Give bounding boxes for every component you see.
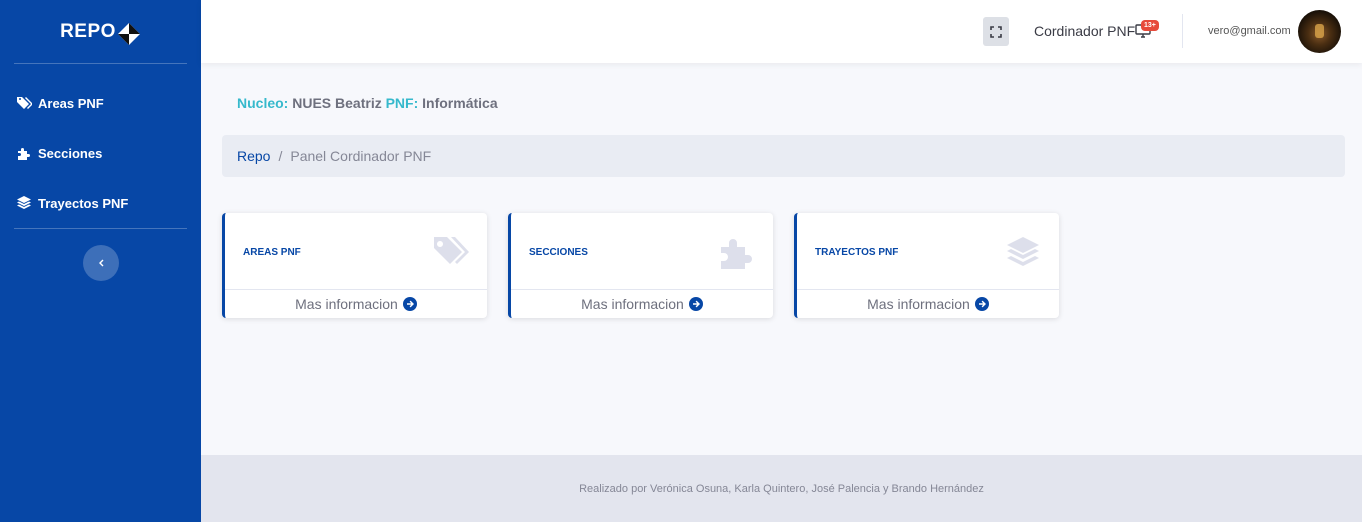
card-title: TRAYECTOS PNF (815, 247, 899, 258)
user-email[interactable]: vero@gmail.com (1208, 25, 1291, 37)
sidebar-item-label: Trayectos PNF (38, 195, 129, 211)
chevron-left-icon (98, 259, 103, 267)
card-trayectos-pnf[interactable]: TRAYECTOS PNF Mas informacion (794, 213, 1059, 318)
nucleo-label: Nucleo: (237, 95, 289, 111)
pnf-value: Informática (422, 95, 498, 111)
card-body: SECCIONES (511, 213, 773, 289)
sidebar-item-trayectos-pnf[interactable]: Trayectos PNF (0, 178, 201, 228)
sidebar-item-label: Secciones (38, 145, 103, 161)
footer-credits: Realizado por Verónica Osuna, Karla Quin… (579, 482, 984, 495)
nucleo-pnf-info: Nucleo: NUES Beatriz PNF: Informática (237, 95, 498, 111)
topbar: Cordinador PNF 13+ vero@gmail.com (201, 0, 1362, 63)
tags-icon (17, 97, 32, 109)
user-role[interactable]: Cordinador PNF (1034, 23, 1135, 39)
layers-icon (1007, 237, 1039, 266)
brand[interactable]: REPO (14, 0, 187, 64)
breadcrumb: Repo / Panel Cordinador PNF (222, 135, 1345, 177)
expand-icon (990, 25, 1002, 38)
breadcrumb-root-link[interactable]: Repo (237, 148, 270, 164)
sidebar-toggle-button[interactable] (82, 245, 119, 281)
card-title: AREAS PNF (243, 247, 301, 258)
card-more-info-link[interactable]: Mas informacion (511, 289, 773, 318)
nucleo-value: NUES Beatriz (292, 95, 382, 111)
card-link-label: Mas informacion (867, 296, 970, 312)
pnf-label: PNF: (385, 95, 419, 111)
fullscreen-button[interactable] (983, 17, 1009, 46)
card-more-info-link[interactable]: Mas informacion (797, 289, 1059, 318)
tags-icon (434, 237, 469, 264)
breadcrumb-separator: / (278, 148, 283, 164)
page-footer: Realizado por Verónica Osuna, Karla Quin… (201, 455, 1362, 522)
breadcrumb-current: Panel Cordinador PNF (290, 148, 432, 164)
sidebar-item-label: Areas PNF (38, 95, 104, 111)
card-secciones[interactable]: SECCIONES Mas informacion (508, 213, 773, 318)
card-body: AREAS PNF (225, 213, 487, 289)
brand-name: REPO (60, 20, 116, 42)
puzzle-icon (721, 239, 752, 269)
card-link-label: Mas informacion (295, 296, 398, 312)
sidebar: REPO Areas PNF Secciones Trayectos PNF (0, 0, 201, 522)
notification-badge: 13+ (1141, 20, 1159, 31)
arrow-circle-right-icon (688, 297, 703, 311)
sidebar-item-areas-pnf[interactable]: Areas PNF (0, 78, 201, 128)
sidebar-nav: Areas PNF Secciones Trayectos PNF (0, 64, 201, 228)
arrow-circle-right-icon (402, 297, 417, 311)
sidebar-divider (14, 228, 187, 229)
avatar[interactable] (1298, 10, 1341, 53)
layers-icon (17, 196, 31, 209)
sidebar-item-secciones[interactable]: Secciones (0, 128, 201, 178)
topbar-divider (1182, 14, 1183, 48)
brand-logo-icon (117, 22, 140, 45)
card-link-label: Mas informacion (581, 296, 684, 312)
arrow-circle-right-icon (974, 297, 989, 311)
puzzle-icon (18, 148, 30, 160)
card-areas-pnf[interactable]: AREAS PNF Mas informacion (222, 213, 487, 318)
card-title: SECCIONES (529, 247, 588, 258)
card-body: TRAYECTOS PNF (797, 213, 1059, 289)
card-more-info-link[interactable]: Mas informacion (225, 289, 487, 318)
